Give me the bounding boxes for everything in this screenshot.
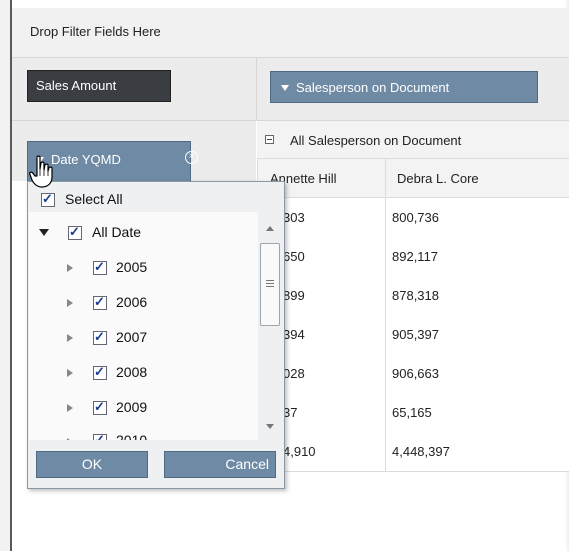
expand-icon[interactable] — [67, 404, 73, 412]
scroll-grip — [266, 280, 274, 281]
scroll-down-icon[interactable] — [266, 424, 274, 429]
filter-zone-label: Drop Filter Fields Here — [30, 24, 161, 39]
cell: 878,318 — [392, 288, 439, 303]
window-left-edge — [0, 0, 12, 551]
tree-item-label: 2009 — [116, 399, 148, 415]
select-all-row[interactable]: Select All — [29, 188, 283, 212]
expand-open-icon[interactable] — [39, 229, 49, 236]
cell: 65,165 — [392, 405, 432, 420]
expand-icon[interactable] — [67, 369, 73, 377]
tree-item-label: 2008 — [116, 364, 148, 380]
salesperson-field-label: Salesperson on Document — [296, 80, 450, 95]
date-yqmd-label: Date YQMD — [51, 152, 121, 167]
tree-item-label: 2007 — [116, 329, 148, 345]
filter-drop-zone[interactable]: Drop Filter Fields Here — [12, 8, 569, 58]
salesperson-field-button[interactable]: Salesperson on Document — [270, 71, 538, 103]
cell: 028 — [283, 366, 305, 381]
select-all-checkbox[interactable] — [41, 191, 55, 207]
tree-checkbox[interactable] — [93, 364, 107, 380]
collapse-minus-icon[interactable] — [265, 135, 274, 144]
select-all-label: Select All — [65, 191, 123, 207]
cell: 650 — [283, 249, 305, 264]
cell: 394 — [283, 327, 305, 342]
tree-checkbox[interactable] — [93, 432, 107, 440]
hand-cursor-icon — [29, 155, 53, 188]
tree-item-label: 2010 — [116, 432, 148, 440]
date-tree: All Date 2005 2006 2007 2008 2009 2010 — [29, 212, 258, 440]
tree-checkbox[interactable] — [93, 399, 107, 415]
tree-item-label: 2005 — [116, 259, 148, 275]
cancel-button[interactable]: Cancel — [164, 451, 276, 478]
cell: 303 — [283, 210, 305, 225]
cell: 800,736 — [392, 210, 439, 225]
tree-checkbox[interactable] — [93, 259, 107, 275]
tree-item-label: 2006 — [116, 294, 148, 310]
tree-checkbox[interactable] — [68, 224, 82, 240]
column-group-label: All Salesperson on Document — [290, 133, 462, 148]
expand-icon[interactable] — [67, 264, 73, 272]
scroll-thumb[interactable] — [260, 243, 280, 326]
sales-amount-field[interactable]: Sales Amount — [27, 70, 171, 102]
tree-checkbox[interactable] — [93, 294, 107, 310]
tree-checkbox[interactable] — [93, 329, 107, 345]
expand-icon[interactable] — [67, 438, 73, 440]
cell: 906,663 — [392, 366, 439, 381]
expand-icon[interactable] — [67, 334, 73, 342]
cell-total: 4,448,397 — [392, 444, 450, 459]
cell: 37 — [283, 405, 298, 420]
column-divider — [385, 159, 386, 471]
column-name-debra: Debra L. Core — [397, 171, 479, 186]
cell: 892,117 — [392, 249, 439, 264]
remove-field-icon[interactable]: × — [185, 151, 198, 164]
cell: 899 — [283, 288, 305, 303]
scroll-grip — [266, 286, 274, 287]
filter-triangle-icon — [281, 85, 289, 91]
ok-button[interactable]: OK — [36, 451, 148, 478]
scroll-grip — [266, 283, 274, 284]
cell: 905,397 — [392, 327, 439, 342]
expand-icon[interactable] — [67, 299, 73, 307]
tree-root-label: All Date — [92, 224, 142, 240]
scroll-up-icon[interactable] — [266, 226, 274, 231]
cell-total: 4,910 — [283, 444, 316, 459]
